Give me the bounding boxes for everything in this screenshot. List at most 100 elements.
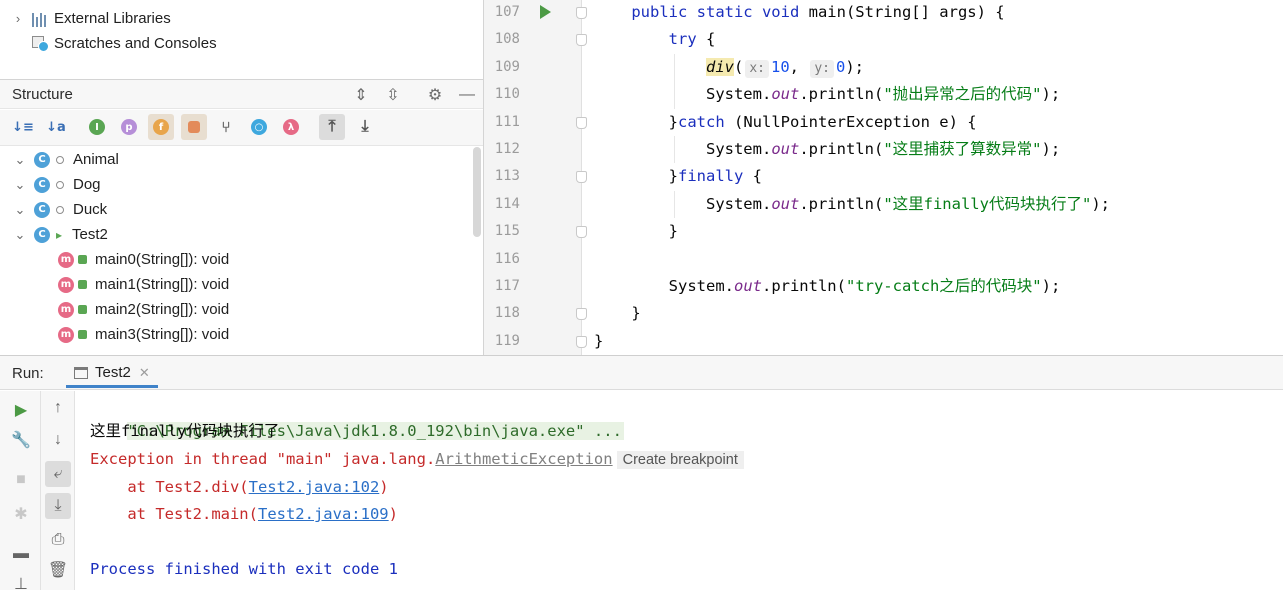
exception-class-link[interactable]: ArithmeticException	[435, 450, 612, 468]
code-token: System.	[705, 85, 772, 104]
tree-item-scratches[interactable]: Scratches and Consoles	[26, 31, 217, 56]
code-token: .println(	[799, 194, 884, 213]
run-gutter-icon[interactable]	[540, 5, 551, 19]
tree-item-method[interactable]: m main2(String[]): void	[58, 297, 229, 322]
wrench-icon[interactable]: 🔧	[8, 427, 34, 453]
public-icon	[78, 305, 87, 314]
code-line[interactable]: System.out.println("这里捕获了算数异常");	[594, 136, 1060, 163]
print-icon[interactable]: ⎙	[45, 527, 71, 553]
gear-icon[interactable]: ⚙	[424, 84, 446, 106]
tree-item-class-test2[interactable]: ⌄ C ▸ Test2	[12, 222, 108, 247]
sort-alphabetically-icon[interactable]: ↓a	[43, 114, 69, 140]
tree-item-method[interactable]: m main0(String[]): void	[58, 247, 229, 272]
code-editor[interactable]: 107 108 109 110 111 112 113 114 115 116 117 118 119 …	[484, 0, 1283, 355]
code-token: }	[668, 222, 678, 241]
static-field-token: out	[733, 277, 762, 295]
fold-marker-icon[interactable]	[576, 335, 587, 348]
show-anonymous-icon[interactable]: ○	[246, 114, 272, 140]
code-line[interactable]: }	[594, 218, 678, 245]
fold-marker-icon[interactable]	[576, 116, 587, 129]
sort-by-visibility-icon[interactable]: ↓≡	[10, 114, 36, 140]
console-output[interactable]: "C:\Program Files\Java\jdk1.8.0_192\bin\…	[76, 391, 1283, 590]
close-icon[interactable]: ✕	[139, 365, 150, 381]
rerun-icon[interactable]: ▶	[8, 397, 34, 423]
show-hierarchy-icon[interactable]: ⑂	[213, 114, 239, 140]
code-line[interactable]: System.out.println("这里finally代码块执行了");	[594, 191, 1110, 218]
runnable-class-icon: C	[34, 226, 50, 243]
minimize-icon[interactable]: —	[456, 84, 478, 106]
chevron-down-icon[interactable]: ⌄	[12, 177, 28, 193]
show-properties-icon[interactable]: p	[116, 114, 142, 140]
run-label: Run:	[12, 365, 44, 382]
code-line[interactable]: }	[594, 300, 640, 327]
stack-frame-suffix: )	[388, 505, 398, 523]
layout-icon[interactable]: ▬	[8, 541, 34, 567]
code-line[interactable]: try {	[594, 26, 716, 53]
fold-marker-icon[interactable]	[576, 308, 587, 321]
chevron-down-icon[interactable]: ⌄	[12, 202, 28, 218]
autoscroll-from-source-icon[interactable]: ⤓	[352, 114, 378, 140]
line-number: 116	[494, 250, 520, 267]
parameter-hint: x:	[745, 59, 769, 78]
fold-marker-icon[interactable]	[576, 226, 587, 239]
tree-item-method[interactable]: m main1(String[]): void	[58, 272, 229, 297]
fold-marker-icon[interactable]	[576, 171, 587, 184]
tree-item-class-duck[interactable]: ⌄ C Duck	[12, 197, 108, 222]
run-toolbar-left: ▶ 🔧 ■ ✱ ▬ ⊥	[0, 391, 41, 590]
method-call-highlight: div	[705, 57, 734, 76]
editor-gutter[interactable]: 107 108 109 110 111 112 113 114 115 116 117 118 119	[484, 0, 582, 355]
class-icon: C	[34, 176, 50, 193]
keyword-token: finally	[678, 167, 753, 186]
create-breakpoint-button[interactable]: Create breakpoint	[616, 451, 744, 469]
number-literal: 0	[835, 57, 846, 76]
soft-wrap-icon[interactable]: ⤶	[45, 461, 71, 487]
show-non-public-icon[interactable]	[181, 114, 207, 140]
code-token: }	[668, 112, 678, 131]
expand-all-icon[interactable]: ⇕	[350, 84, 372, 106]
code-line[interactable]: public static void main(String[] args) {	[594, 0, 1004, 26]
code-line[interactable]: div(x: 10, y: 0);	[594, 54, 864, 81]
class-name: Duck	[73, 201, 108, 218]
method-signature: main3(String[]): void	[95, 326, 230, 343]
code-line[interactable]: }	[594, 328, 603, 355]
autoscroll-to-source-icon[interactable]: ⤒	[319, 114, 345, 140]
show-fields-icon[interactable]: f	[148, 114, 174, 140]
pin-icon[interactable]: ⊥	[8, 571, 34, 590]
trash-icon[interactable]: 🗑	[45, 557, 71, 583]
exit-message: Process finished with exit code 1	[90, 560, 398, 578]
class-name: Dog	[73, 176, 101, 193]
fold-marker-icon[interactable]	[576, 34, 587, 47]
code-line[interactable]: }finally {	[594, 163, 762, 190]
run-tab-test2[interactable]: Test2 ✕	[66, 360, 158, 388]
chevron-down-icon[interactable]: ⌄	[12, 227, 28, 243]
collapse-all-icon[interactable]: ⇳	[382, 84, 404, 106]
structure-scrollbar[interactable]	[473, 147, 481, 237]
show-lambdas-icon[interactable]: λ	[278, 114, 304, 140]
code-line[interactable]: System.out.println("抛出异常之后的代码");	[594, 81, 1060, 108]
code-line[interactable]: }catch (NullPointerException e) {	[594, 109, 977, 136]
show-inherited-icon[interactable]: I	[84, 114, 110, 140]
source-link[interactable]: Test2.java:102	[249, 478, 380, 496]
tree-item-external-libraries[interactable]: › External Libraries	[10, 6, 171, 31]
arrow-down-icon[interactable]: ↓	[45, 427, 71, 453]
tree-item-label: External Libraries	[54, 10, 171, 27]
fold-marker-icon[interactable]	[576, 7, 587, 19]
scroll-to-end-icon[interactable]: ⤓	[45, 493, 71, 519]
code-token: (	[733, 57, 744, 76]
debug-icon[interactable]: ✱	[8, 501, 34, 527]
tree-item-class-animal[interactable]: ⌄ C Animal	[12, 147, 119, 172]
code-token: ,	[789, 57, 809, 76]
chevron-right-icon[interactable]: ›	[10, 11, 26, 27]
stop-icon[interactable]: ■	[8, 467, 34, 493]
tree-item-method[interactable]: m main3(String[]): void	[58, 322, 229, 347]
source-link[interactable]: Test2.java:109	[258, 505, 389, 523]
tree-item-class-dog[interactable]: ⌄ C Dog	[12, 172, 101, 197]
code-line[interactable]: System.out.println("try-catch之后的代码块");	[594, 273, 1061, 300]
chevron-down-icon[interactable]: ⌄	[12, 152, 28, 168]
arrow-up-icon[interactable]: ↑	[45, 395, 71, 421]
stack-frame-text: at Test2.main(	[90, 505, 258, 523]
